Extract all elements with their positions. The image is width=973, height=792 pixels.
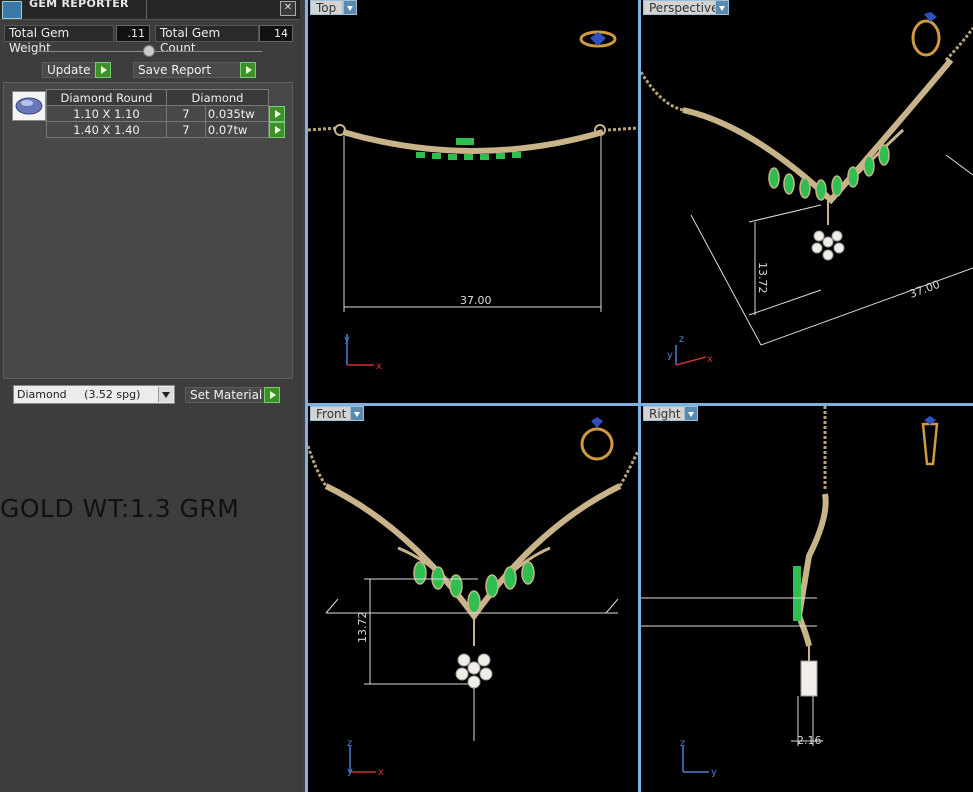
front-view-drawing: 13.72 z y x — [308, 417, 638, 778]
gem-size-cell: 1.40 X 1.40 — [46, 121, 167, 138]
perspective-width-dimension: 37.00 — [908, 278, 942, 301]
viewport-front[interactable]: 13.72 z y x Front — [308, 406, 638, 792]
axis-label-x: x — [376, 361, 382, 372]
dropdown-arrow-icon[interactable] — [158, 387, 173, 402]
axis-label-x: x — [378, 767, 384, 778]
ring-widget-icon[interactable] — [911, 12, 941, 57]
row-go-arrow-icon[interactable] — [269, 121, 285, 138]
axis-label-y: y — [667, 350, 673, 361]
right-view-drawing: 2.16 z y — [641, 406, 939, 778]
panel-title: GEM REPORTER — [29, 0, 129, 10]
set-material-button[interactable]: Set Material — [185, 387, 265, 403]
panel-title-bar: GEM REPORTER ✕ — [0, 0, 300, 20]
update-go-arrow-icon[interactable] — [95, 62, 111, 78]
viewport-right-label[interactable]: Right — [643, 406, 688, 421]
table-row[interactable]: 1.40 X 1.40 7 0.07tw — [46, 121, 285, 138]
perspective-view-drawing: 13.72 37.00 z y x — [641, 12, 973, 366]
viewport-front-menu-arrow-icon[interactable] — [350, 406, 364, 421]
row-go-cell — [269, 121, 285, 138]
viewport-top-menu-arrow-icon[interactable] — [343, 0, 357, 15]
viewport-top-label[interactable]: Top — [310, 0, 344, 15]
viewport-right-menu-arrow-icon[interactable] — [684, 406, 698, 421]
ring-widget-icon[interactable] — [579, 30, 617, 48]
viewport-perspective-label[interactable]: Perspective — [643, 0, 726, 15]
viewport-perspective-menu-arrow-icon[interactable] — [715, 0, 729, 15]
row-go-arrow-icon[interactable] — [269, 105, 285, 122]
table-header-row: Diamond Round Diamond — [46, 89, 285, 106]
ring-widget-icon[interactable] — [580, 417, 614, 461]
table-row[interactable]: 1.10 X 1.10 7 0.035tw — [46, 105, 285, 122]
gem-weight-cell: 0.07tw — [204, 121, 270, 138]
gem-count-cell: 7 — [166, 105, 206, 122]
splitter-knob[interactable] — [143, 45, 155, 57]
row-go-cell — [269, 105, 285, 122]
material-dropdown[interactable]: Diamond (3.52 spg) — [13, 385, 175, 404]
gem-reporter-panel: GEM REPORTER ✕ Total Gem Weight .11 Tota… — [0, 0, 302, 792]
axis-label-y: y — [347, 766, 353, 777]
top-view-drawing: 37.00 y x — [308, 30, 638, 372]
axis-label-z: z — [347, 738, 352, 749]
axis-label-z: z — [680, 738, 685, 749]
material-selected-value: Diamond (3.52 spg) — [17, 388, 141, 401]
viewport-front-label[interactable]: Front — [310, 406, 354, 421]
title-separator — [146, 0, 147, 20]
front-height-dimension: 13.72 — [356, 612, 369, 644]
right-dimension: 2.16 — [797, 734, 822, 747]
header-diamond: Diamond — [166, 89, 269, 106]
gold-weight-annotation: GOLD WT:1.3 GRM — [0, 494, 240, 523]
close-icon[interactable]: ✕ — [280, 1, 296, 16]
gem-table: Diamond Round Diamond 1.10 X 1.10 7 0.03… — [46, 89, 285, 138]
viewport-right[interactable]: 2.16 z y Right — [641, 406, 973, 792]
axis-label-x: x — [707, 354, 713, 365]
gem-count-cell: 7 — [166, 121, 206, 138]
save-report-go-arrow-icon[interactable] — [240, 62, 256, 78]
axis-label-y: y — [344, 334, 350, 345]
viewport-top[interactable]: 37.00 y x Top — [308, 0, 638, 403]
total-gem-count-value: 14 — [259, 25, 293, 42]
perspective-height-dimension: 13.72 — [756, 262, 769, 294]
gem-size-cell: 1.10 X 1.10 — [46, 105, 167, 122]
total-gem-count-label: Total Gem Count — [155, 25, 259, 55]
viewport-perspective[interactable]: 13.72 37.00 z y x Perspective — [641, 0, 973, 403]
update-button[interactable]: Update — [42, 62, 96, 78]
ring-widget-icon[interactable] — [921, 416, 939, 466]
diamond-thumbnail — [12, 91, 46, 121]
gem-reporter-app-icon — [2, 1, 22, 19]
set-material-go-arrow-icon[interactable] — [264, 387, 280, 403]
total-gem-weight-value: .11 — [116, 25, 150, 42]
header-diamond-round: Diamond Round — [46, 89, 167, 106]
save-report-button[interactable]: Save Report — [133, 62, 241, 78]
top-dimension: 37.00 — [460, 294, 492, 307]
gem-list-area: Diamond Round Diamond 1.10 X 1.10 7 0.03… — [3, 82, 293, 379]
gem-weight-cell: 0.035tw — [204, 105, 270, 122]
axis-label-y: y — [711, 767, 717, 778]
axis-label-z: z — [679, 334, 684, 345]
total-gem-weight-label: Total Gem Weight — [4, 25, 114, 55]
